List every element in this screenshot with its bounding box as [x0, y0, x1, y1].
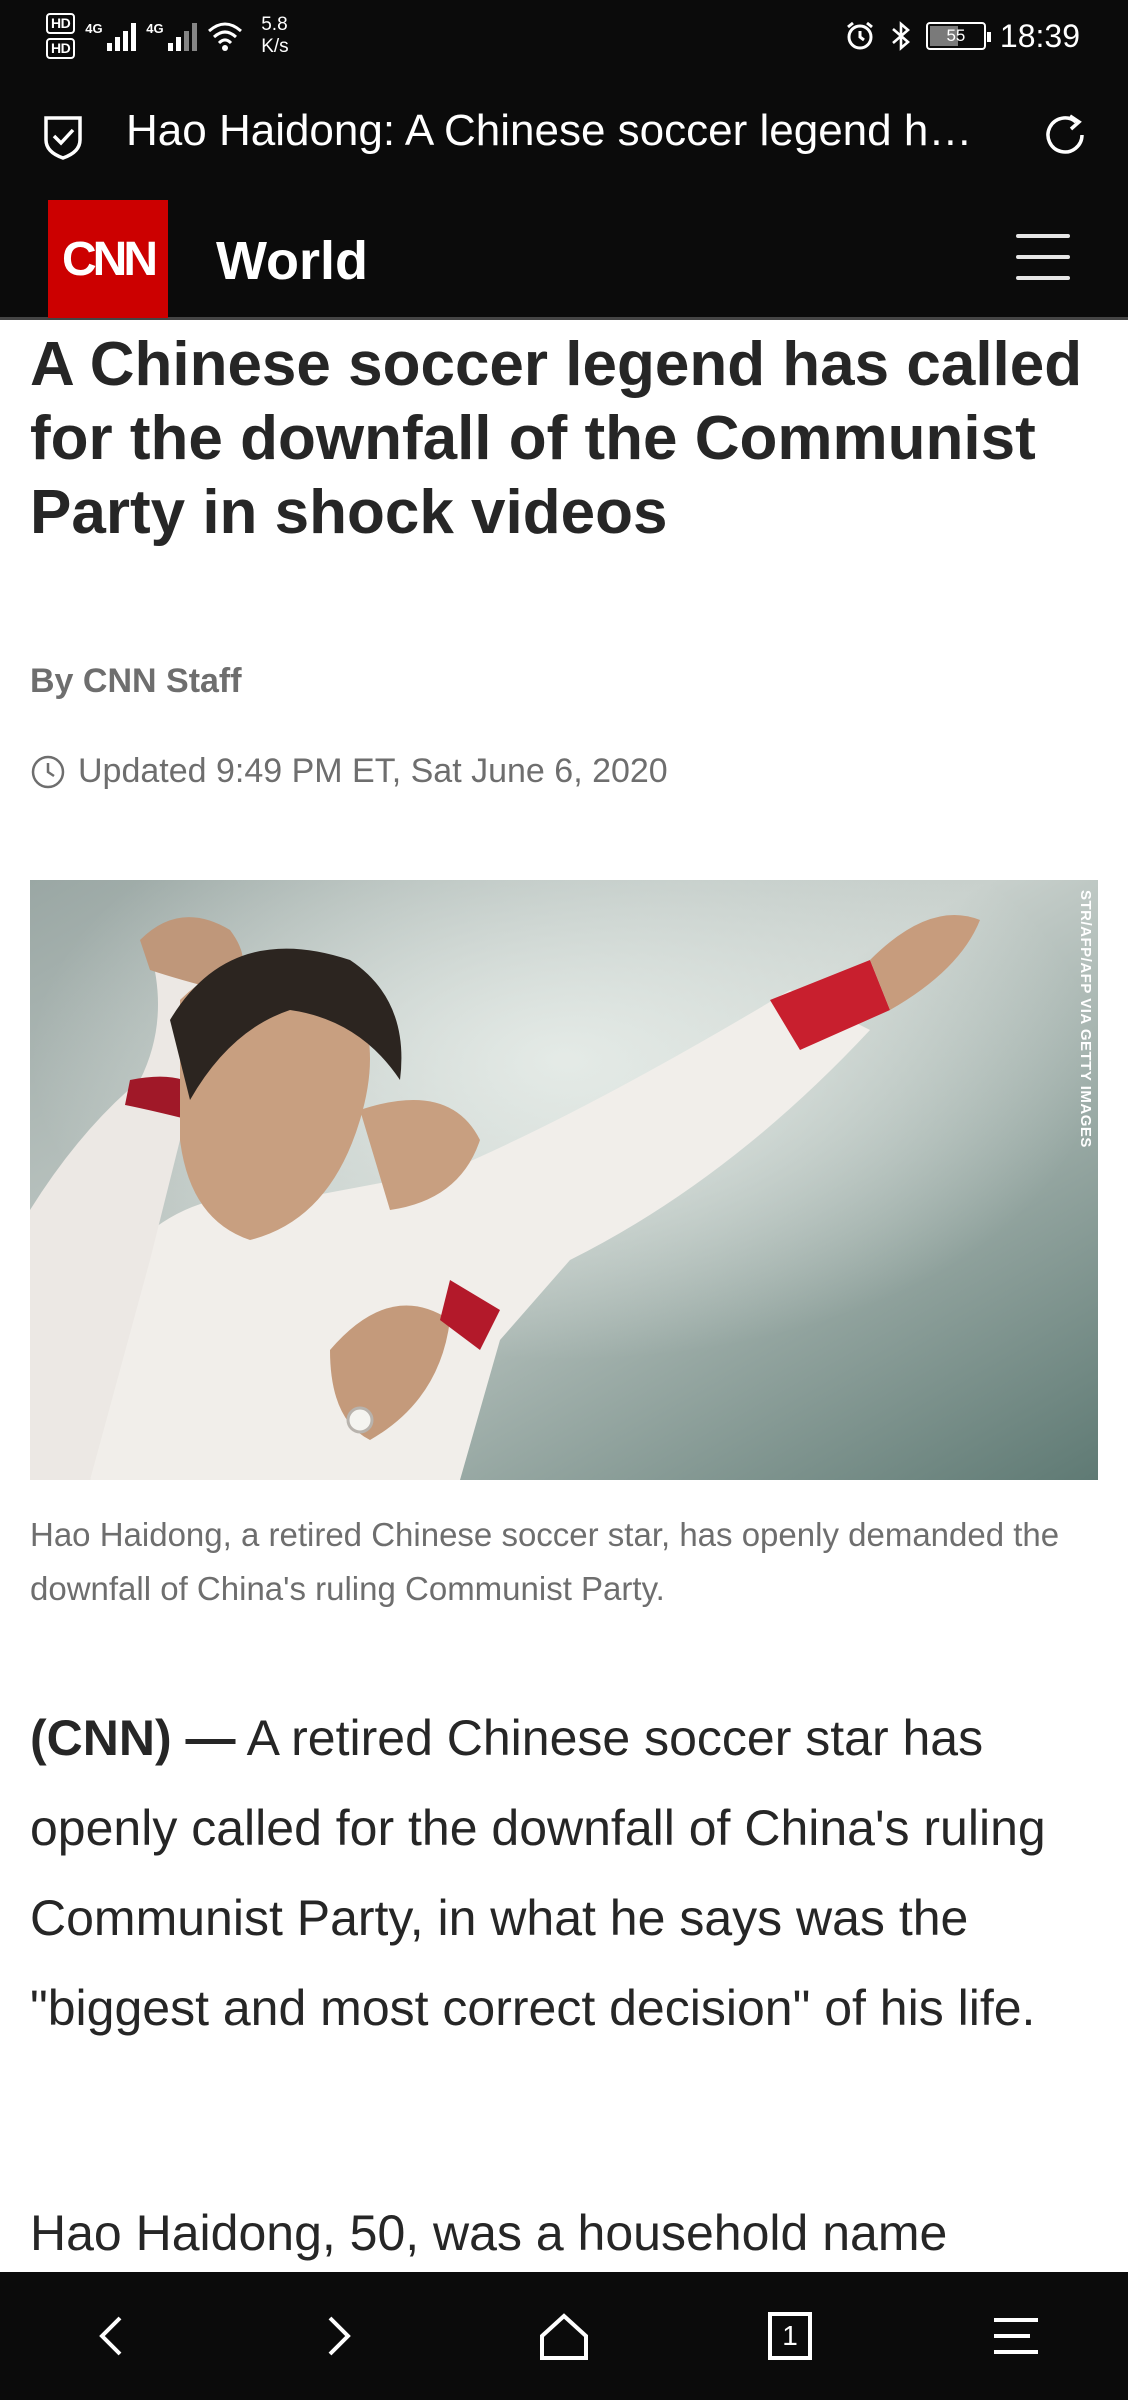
page-title[interactable]: Hao Haidong: A Chinese soccer legend has… — [126, 106, 996, 156]
net-speed-value: 5.8 — [261, 14, 288, 35]
tab-count: 1 — [782, 2320, 798, 2351]
article-paragraph: Hao Haidong, 50, was a household name — [30, 2205, 948, 2261]
status-time: 18:39 — [999, 17, 1080, 54]
status-bar: HD HD 4G 4G 5.8 K/s 55 18:39 — [0, 0, 1128, 72]
signal-label: 4G — [85, 21, 103, 36]
back-arrow-icon[interactable] — [78, 2302, 146, 2370]
updated-timestamp: Updated 9:49 PM ET, Sat June 6, 2020 — [30, 752, 668, 791]
hd-badge: HD — [46, 13, 76, 34]
section-title[interactable]: World — [216, 230, 368, 292]
cnn-logo[interactable]: CNN — [48, 200, 168, 318]
updated-text: Updated 9:49 PM ET, Sat June 6, 2020 — [78, 752, 668, 790]
battery-icon: 55 — [925, 22, 991, 50]
signal-label: 4G — [146, 21, 164, 36]
byline[interactable]: By CNN Staff — [30, 662, 242, 701]
hamburger-menu-icon[interactable] — [1016, 230, 1070, 284]
browser-menu-icon[interactable] — [982, 2302, 1050, 2370]
article-photo[interactable]: STR/AFP/AFP VIA GETTY IMAGES — [30, 880, 1098, 1480]
clock-icon — [31, 755, 65, 788]
hd-badge: HD — [46, 38, 76, 59]
net-speed-unit: K/s — [261, 36, 289, 57]
shield-check-icon[interactable] — [42, 114, 84, 160]
status-left: HD HD 4G 4G 5.8 K/s — [46, 6, 289, 66]
browser-title-bar: Hao Haidong: A Chinese soccer legend has… — [0, 72, 1128, 200]
article-headline: A Chinese soccer legend has called for t… — [30, 330, 1083, 547]
signal-icon: 4G — [85, 21, 137, 51]
battery-level: 55 — [946, 26, 966, 45]
site-header: CNN World — [0, 200, 1128, 320]
reload-icon[interactable] — [1040, 110, 1090, 160]
net-speed: 5.8 K/s — [261, 14, 288, 58]
signal-icon: 4G — [146, 21, 198, 51]
photo-caption: Hao Haidong, a retired Chinese soccer st… — [30, 1516, 1060, 1607]
browser-bottom-nav: 1 — [0, 2272, 1128, 2400]
status-right: 55 18:39 — [844, 14, 1080, 58]
image-credit: STR/AFP/AFP VIA GETTY IMAGES — [1077, 890, 1094, 1148]
photo-image — [30, 880, 1098, 1480]
alarm-icon — [846, 21, 873, 50]
home-icon[interactable] — [530, 2302, 598, 2370]
cnn-logo-text: CNN — [62, 232, 158, 286]
article-paragraph: (CNN) — A retired Chinese soccer star ha… — [30, 1693, 1098, 2053]
dateline: (CNN) — — [30, 1710, 236, 1766]
bluetooth-icon — [892, 21, 910, 51]
tabs-icon[interactable]: 1 — [756, 2302, 824, 2370]
wifi-icon — [208, 22, 243, 51]
forward-arrow-icon[interactable] — [304, 2302, 372, 2370]
hd-indicators: HD HD — [46, 13, 76, 59]
